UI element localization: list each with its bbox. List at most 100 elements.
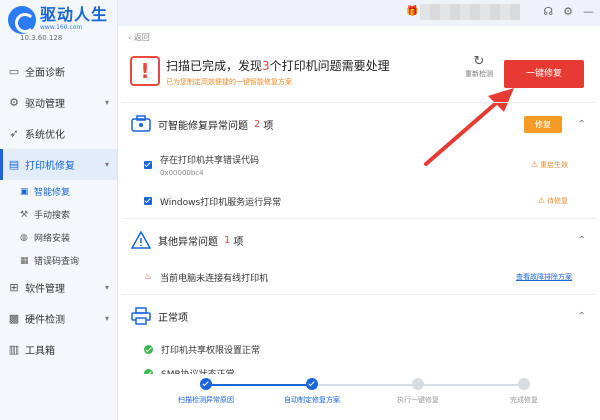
settings-icon[interactable]: ⚙ <box>563 5 573 18</box>
app-logo: 驱动人生 www.160.com 10.3.60.128 <box>0 0 117 48</box>
app-name: 驱动人生 <box>40 5 109 24</box>
issue-text: Windows打印机服务运行异常 <box>160 197 282 208</box>
issue-status-text: 待修复 <box>547 197 568 205</box>
issue-text: 存在打印机共享错误代码 <box>160 156 260 166</box>
progress-step: 执行一键修复 <box>373 378 463 405</box>
logo-icon <box>8 6 36 34</box>
title-bar: 🎁 ☊ ⚙ — <box>118 0 600 26</box>
issue-status: ⚠ 待修复 <box>538 196 568 206</box>
step-label: 执行一键修复 <box>397 396 439 404</box>
printer-warning-icon: ! <box>130 56 160 86</box>
section-title: 正常项 <box>158 312 188 324</box>
step-dot <box>518 378 530 390</box>
back-label: 返回 <box>133 33 150 42</box>
sidebar-item-toolbox[interactable]: ▥ 工具箱 <box>0 334 117 365</box>
sidebar-subitem-label: 智能修复 <box>34 188 71 198</box>
chevron-down-icon: ▾ <box>104 314 109 323</box>
step-dot <box>412 378 424 390</box>
main-panel: ‹ 返回 ! 扫描已完成，发现3个打印机问题需要处理 已为您制定高效便捷的一键智… <box>118 26 600 420</box>
section-title: 可智能修复异常问题 <box>158 120 248 132</box>
section-header[interactable]: 其他异常问题 1 项 ⌃ <box>122 219 596 261</box>
headset-icon[interactable]: ☊ <box>543 5 553 18</box>
sidebar-item-label: 打印机修复 <box>25 161 75 172</box>
chevron-up-icon[interactable]: ⌃ <box>578 235 586 246</box>
sidebar-item-label: 驱动管理 <box>25 99 65 110</box>
gift-icon[interactable]: 🎁 <box>406 6 418 17</box>
document-icon: ▣ <box>20 186 29 197</box>
step-dot <box>200 378 212 390</box>
checkbox[interactable] <box>144 161 152 169</box>
summary-suffix: 个打印机问题需要处理 <box>269 59 390 73</box>
chevron-up-icon[interactable]: ⌃ <box>578 311 586 322</box>
globe-icon: ◍ <box>20 232 28 243</box>
sidebar-item-printer-repair[interactable]: ▤ 打印机修复 ▾ <box>0 149 117 180</box>
error-code: 0x00000bc4 <box>160 169 204 177</box>
monitor-icon: ▭ <box>8 64 20 78</box>
summary-title: 扫描已完成，发现3个打印机问题需要处理 <box>166 58 390 74</box>
sidebar-subitem-label: 手动搜索 <box>34 211 71 221</box>
sidebar-subitem-error-code[interactable]: ▦ 错误码查询 <box>0 249 117 272</box>
warning-triangle-icon <box>130 229 152 251</box>
sidebar-subitem-smart-repair[interactable]: ▣ 智能修复 <box>0 180 117 203</box>
troubleshoot-link[interactable]: 查看故障排除方案 <box>516 272 572 282</box>
progress-track <box>206 384 524 386</box>
sidebar-item-optimize[interactable]: ➶ 系统优化 <box>0 118 117 149</box>
rocket-icon: ➶ <box>9 126 19 140</box>
sidebar-item-label: 软件管理 <box>25 284 65 295</box>
back-link[interactable]: ‹ 返回 <box>128 32 150 43</box>
minimize-icon[interactable]: — <box>583 5 594 18</box>
issue-status: ⚠ 重启生效 <box>531 160 568 170</box>
section-count: 1 <box>224 234 231 246</box>
warning-icon: ⚠ <box>537 196 545 205</box>
issue-status-text: 重启生效 <box>540 161 568 169</box>
issue-text: 当前电脑未连接有线打印机 <box>160 273 269 284</box>
sidebar-subitem-label: 错误码查询 <box>34 257 80 267</box>
section-header[interactable]: 可智能修复异常问题 2 项 修复 ⌃ <box>122 103 596 145</box>
chip-icon: ▩ <box>8 311 20 325</box>
progress-step: 完成修复 <box>479 378 569 405</box>
rescan-label: 重新检测 <box>465 70 493 78</box>
section-header[interactable]: 正常项 ⌃ <box>122 295 596 337</box>
warning-icon: ⚠ <box>530 160 538 169</box>
sidebar-item-label: 硬件检测 <box>25 315 65 326</box>
chevron-down-icon: ▾ <box>104 283 109 292</box>
printer-icon <box>130 305 152 327</box>
printer-icon: ▤ <box>8 157 20 171</box>
step-label: 扫描检测异常原因 <box>178 396 234 404</box>
scan-summary: ! 扫描已完成，发现3个打印机问题需要处理 已为您制定高效便捷的一键智能修复方案 <box>130 56 390 87</box>
sidebar-item-label: 系统优化 <box>25 130 65 141</box>
sidebar-subitem-manual-search[interactable]: ⚒ 手动搜索 <box>0 203 117 226</box>
rescan-button[interactable]: ↻ 重新检测 <box>462 54 496 79</box>
account-area[interactable] <box>420 4 520 20</box>
normal-text: 打印机共享权限设置正常 <box>161 345 261 356</box>
step-dot <box>306 378 318 390</box>
sidebar: 驱动人生 www.160.com 10.3.60.128 ▭ 全面诊断 ⚙ 驱动… <box>0 0 118 420</box>
sidebar-item-label: 全面诊断 <box>25 68 65 79</box>
summary-subtitle: 已为您制定高效便捷的一键智能修复方案 <box>166 78 292 86</box>
refresh-icon: ↻ <box>473 54 485 69</box>
section-fix-button[interactable]: 修复 <box>524 115 562 133</box>
toolbox-icon: ▥ <box>8 342 20 356</box>
gear-icon: ⚙ <box>9 95 19 109</box>
sidebar-item-software[interactable]: ⊞ 软件管理 ▾ <box>0 272 117 303</box>
section-title: 其他异常问题 <box>158 236 218 248</box>
sidebar-subitem-network-install[interactable]: ◍ 网络安装 <box>0 226 117 249</box>
list-item: 存在打印机共享错误代码 0x00000bc4 ⚠ 重启生效 <box>122 145 596 185</box>
repair-toolbox-icon <box>130 113 152 135</box>
app-version: 10.3.60.128 <box>20 34 63 42</box>
code-icon: ▦ <box>20 255 29 266</box>
chevron-up-icon[interactable]: ⌃ <box>578 119 586 130</box>
fire-icon: ♨ <box>144 272 153 282</box>
checkbox[interactable] <box>144 197 152 205</box>
grid-icon: ⊞ <box>9 280 19 294</box>
section-unit: 项 <box>233 236 244 248</box>
sidebar-item-hardware[interactable]: ▩ 硬件检测 ▾ <box>0 303 117 334</box>
sidebar-item-label: 工具箱 <box>25 346 55 357</box>
section-count: 2 <box>254 118 261 130</box>
chevron-down-icon: ▾ <box>104 98 109 107</box>
sidebar-item-diagnosis[interactable]: ▭ 全面诊断 <box>0 56 117 87</box>
sidebar-subitem-label: 网络安装 <box>34 234 71 244</box>
sidebar-item-drivers[interactable]: ⚙ 驱动管理 ▾ <box>0 87 117 118</box>
repair-progress: 扫描检测异常原因 自动制定修复方案 执行一键修复 完成修复 <box>118 374 600 420</box>
app-url: www.160.com <box>40 24 83 31</box>
